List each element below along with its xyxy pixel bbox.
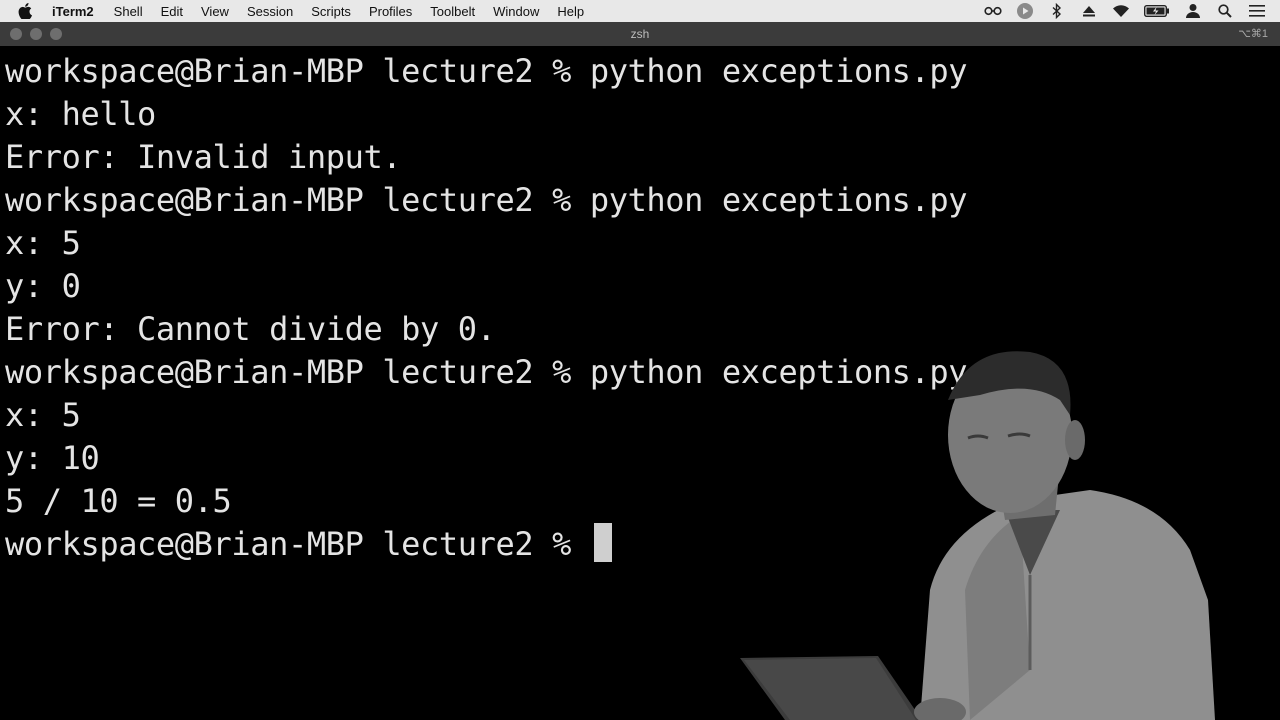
glasses-icon[interactable] xyxy=(984,3,1002,19)
play-icon[interactable] xyxy=(1016,3,1034,19)
terminal-line: Error: Invalid input. xyxy=(5,138,402,176)
terminal-line: y: 0 xyxy=(5,267,81,305)
search-icon[interactable] xyxy=(1216,3,1234,19)
menu-profiles[interactable]: Profiles xyxy=(369,4,412,19)
menu-session[interactable]: Session xyxy=(247,4,293,19)
terminal-prompt-line: workspace@Brian-MBP lecture2 % xyxy=(5,525,590,563)
user-icon[interactable] xyxy=(1184,3,1202,19)
terminal-line: x: hello xyxy=(5,95,156,133)
menu-window[interactable]: Window xyxy=(493,4,539,19)
menu-help[interactable]: Help xyxy=(557,4,584,19)
eject-icon[interactable] xyxy=(1080,3,1098,19)
wifi-icon[interactable] xyxy=(1112,3,1130,19)
terminal-line: Error: Cannot divide by 0. xyxy=(5,310,496,348)
macos-menu-bar: iTerm2 Shell Edit View Session Scripts P… xyxy=(0,0,1280,22)
menu-shell[interactable]: Shell xyxy=(114,4,143,19)
terminal-line: x: 5 xyxy=(5,396,81,434)
apple-icon[interactable] xyxy=(18,3,34,19)
bluetooth-icon[interactable] xyxy=(1048,3,1066,19)
menu-scripts[interactable]: Scripts xyxy=(311,4,351,19)
menu-edit[interactable]: Edit xyxy=(161,4,183,19)
status-icons xyxy=(984,0,1266,22)
menu-app-name[interactable]: iTerm2 xyxy=(52,4,94,19)
terminal-line: y: 10 xyxy=(5,439,100,477)
list-icon[interactable] xyxy=(1248,3,1266,19)
terminal-line: x: 5 xyxy=(5,224,81,262)
terminal-line: workspace@Brian-MBP lecture2 % python ex… xyxy=(5,52,968,90)
battery-icon[interactable] xyxy=(1144,3,1170,19)
menu-toolbelt[interactable]: Toolbelt xyxy=(430,4,475,19)
window-title: zsh xyxy=(630,27,650,41)
terminal-cursor xyxy=(594,523,612,562)
window-title-bar[interactable]: zsh ⌥⌘1 xyxy=(0,22,1280,46)
presenter-figure xyxy=(740,351,1215,720)
terminal-line: 5 / 10 = 0.5 xyxy=(5,482,232,520)
menu-view[interactable]: View xyxy=(201,4,229,19)
window-shortcut: ⌥⌘1 xyxy=(1238,28,1268,40)
terminal-line: workspace@Brian-MBP lecture2 % python ex… xyxy=(5,181,968,219)
